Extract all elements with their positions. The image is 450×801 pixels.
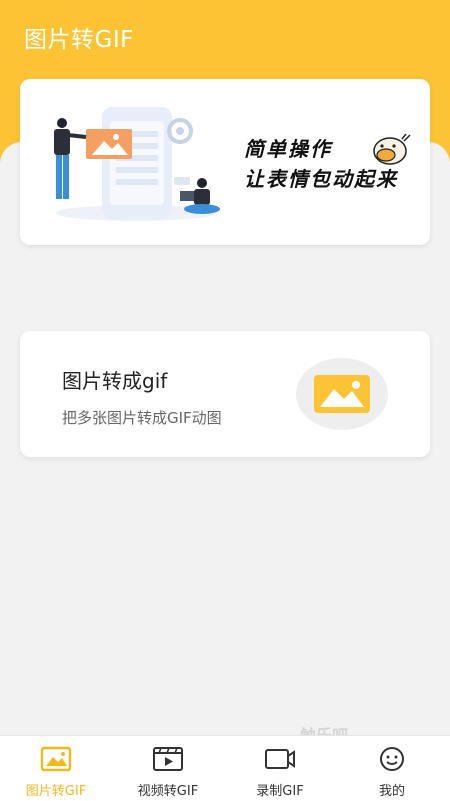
nav-item-image-to-gif[interactable]: 图片转GIF <box>0 736 112 801</box>
nav-label: 我的 <box>378 784 405 799</box>
nav-label: 录制GIF <box>256 784 304 799</box>
mascot-icon <box>373 133 411 165</box>
bottom-navigation: 图片转GIF 视频转GIF 录制GIF 我的 <box>0 735 450 801</box>
nav-item-video-to-gif[interactable]: 视频转GIF <box>112 736 224 801</box>
nav-label: 图片转GIF <box>25 784 87 799</box>
nav-item-record-gif[interactable]: 录制GIF <box>224 736 336 801</box>
banner-card[interactable]: 简单操作 让表情包动起来 <box>20 79 430 245</box>
feature-title: 图片转成gif <box>62 369 168 393</box>
app-title: 图片转GIF <box>24 27 134 53</box>
banner-headline-2: 让表情包动起来 <box>244 167 398 191</box>
banner-illustration <box>54 107 220 221</box>
record-icon <box>265 749 295 769</box>
feature-description: 把多张图片转成GIF动图 <box>62 409 222 427</box>
banner-headline-1: 简单操作 <box>244 137 332 161</box>
image-icon <box>40 746 72 772</box>
profile-icon <box>380 747 404 771</box>
nav-label: 视频转GIF <box>137 784 199 799</box>
image-to-gif-card[interactable]: 图片转成gif 把多张图片转成GIF动图 <box>20 331 430 457</box>
nav-item-profile[interactable]: 我的 <box>336 736 448 801</box>
feature-icon-circle <box>296 358 388 430</box>
image-icon <box>314 375 370 413</box>
video-icon <box>153 747 183 771</box>
